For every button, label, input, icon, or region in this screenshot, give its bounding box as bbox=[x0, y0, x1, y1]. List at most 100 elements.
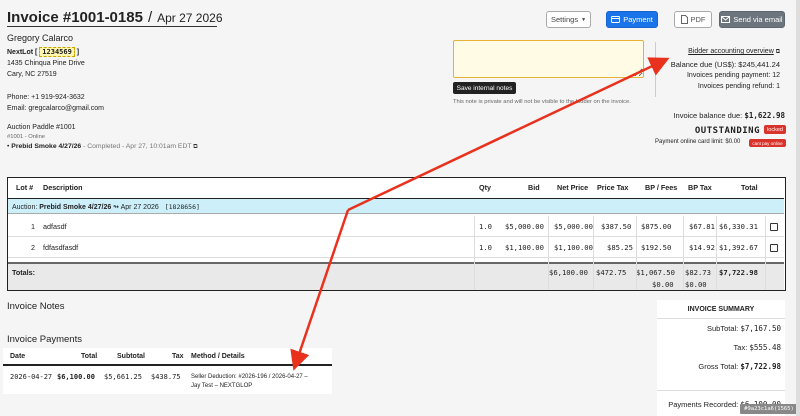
column-divider bbox=[474, 216, 475, 290]
payment-button[interactable]: Payment bbox=[606, 11, 658, 28]
invoice-notes-title: Invoice Notes bbox=[7, 301, 65, 312]
settings-button[interactable]: Settings ▼ bbox=[546, 11, 591, 28]
totals-net: $6,100.00 bbox=[549, 268, 588, 277]
accounting-link-row[interactable]: Bidder accounting overview ⧉ bbox=[688, 48, 780, 56]
summary-tax-label: Tax: bbox=[733, 343, 748, 352]
auction-status: - Completed - Apr 27, 10:01am EDT bbox=[83, 143, 192, 150]
auction-group-row: Auction: Prebid Smoke 4/27/26 ↬ Apr 27 2… bbox=[8, 198, 784, 214]
customer-company: NextLot [ 1234569 ] bbox=[7, 47, 80, 57]
status-outstanding: OUTSTANDING bbox=[694, 126, 760, 136]
cell-net: $1,100.00 bbox=[554, 243, 593, 252]
locked-badge: locked bbox=[764, 125, 786, 134]
column-divider bbox=[765, 216, 766, 290]
pay-col-method: Method / Details bbox=[191, 353, 245, 360]
pdf-button[interactable]: PDF bbox=[674, 11, 712, 28]
edit-icon[interactable] bbox=[770, 244, 778, 252]
summary-subtotal-label: SubTotal: bbox=[706, 324, 739, 333]
auction-row-label: Auction: bbox=[12, 204, 38, 211]
invoice-items-table: Lot # Description Qty Bid Net Price Pric… bbox=[7, 177, 786, 291]
col-price-tax: Price Tax bbox=[597, 183, 629, 192]
address-line-2: Cary, NC 27519 bbox=[7, 71, 57, 78]
pay-method-line-1: Seller Deduction: #2026-196 / 2026-04-27… bbox=[191, 374, 308, 380]
totals-total: $7,722.98 bbox=[719, 268, 758, 277]
auction-row-code: [1828656] bbox=[164, 203, 200, 211]
cell-bid: $1,100.00 bbox=[505, 243, 544, 252]
page-title: Invoice #1001-0185/ Apr 27 2026 bbox=[7, 9, 223, 26]
pay-col-date: Date bbox=[10, 353, 26, 360]
summary-gross-value: $7,722.98 bbox=[740, 362, 781, 371]
balance-due-text: Balance due (US$): $245,441.24 bbox=[670, 60, 780, 69]
pay-tax: $438.75 bbox=[151, 373, 181, 381]
table-row: 2 fdfasdfasdf 1.0 $1,100.00 $1,100.00 $8… bbox=[8, 237, 784, 258]
totals-bp-2: $0.00 bbox=[652, 280, 674, 289]
col-lot: Lot # bbox=[16, 183, 34, 192]
cell-net: $5,000.00 bbox=[554, 222, 593, 231]
summary-subtotal-value: $7,167.50 bbox=[740, 324, 781, 333]
summary-gross-label: Gross Total: bbox=[698, 362, 739, 371]
column-divider bbox=[636, 216, 637, 290]
totals-bp: $1,067.50 bbox=[636, 268, 675, 277]
pay-method-line-2: Jay Test – NEXTGLOP bbox=[191, 383, 253, 389]
cell-bp: $875.00 bbox=[641, 222, 672, 231]
send-email-label: Send via email bbox=[733, 15, 783, 24]
title-separator: / bbox=[147, 9, 153, 26]
invoice-balance: Invoice balance due: $1,622.98 bbox=[673, 111, 785, 120]
cell-bp-tax: $14.92 bbox=[689, 243, 715, 252]
address-line-1: 1435 Chinqua Pine Drive bbox=[7, 60, 85, 67]
auction-paddle-sub: #1001 - Online bbox=[7, 134, 46, 140]
pay-total: $6,100.00 bbox=[57, 373, 95, 381]
auction-link[interactable]: Prebid Smoke 4/27/26 bbox=[11, 143, 81, 150]
build-tag: #9a23c1a6(1565) bbox=[740, 404, 798, 414]
invoice-date: Apr 27 2026 bbox=[157, 11, 223, 25]
send-email-button[interactable]: Send via email bbox=[719, 11, 785, 28]
external-link-icon[interactable]: ⧉ bbox=[193, 144, 197, 150]
credit-card-icon bbox=[611, 16, 621, 23]
cant-pay-online-badge: cant pay online bbox=[749, 139, 786, 147]
totals-price-tax: $472.75 bbox=[596, 268, 627, 277]
summary-gross: Gross Total: $7,722.98 bbox=[698, 362, 781, 371]
auction-row-name[interactable]: Prebid Smoke 4/27/26 bbox=[39, 204, 111, 211]
cell-bp-tax: $67.81 bbox=[689, 222, 715, 231]
customer-code: 1234569 bbox=[39, 47, 75, 57]
auction-row-date: ↬ Apr 27 2026 bbox=[111, 204, 159, 211]
totals-label: Totals: bbox=[12, 268, 36, 277]
invoice-payments-title: Invoice Payments bbox=[7, 334, 82, 345]
cell-price-tax: $387.50 bbox=[601, 222, 632, 231]
save-internal-notes-button[interactable]: Save internal notes bbox=[453, 82, 516, 94]
caret-down-icon: ▼ bbox=[581, 16, 587, 23]
pending-refund: Invoices pending refund: 1 bbox=[697, 83, 780, 90]
accounting-link[interactable]: Bidder accounting overview bbox=[688, 48, 774, 55]
totals-bp-tax-2: $0.00 bbox=[685, 280, 707, 289]
envelope-icon bbox=[721, 16, 731, 23]
summary-title: INVOICE SUMMARY bbox=[687, 306, 755, 313]
column-divider bbox=[683, 216, 684, 290]
pay-date: 2026-04-27 bbox=[10, 373, 53, 381]
cell-total: $1,392.67 bbox=[719, 243, 758, 252]
pay-col-subtotal: Subtotal bbox=[117, 353, 145, 360]
company-name: NextLot bbox=[7, 49, 34, 56]
cell-lot: 1 bbox=[31, 222, 35, 231]
summary-divider bbox=[657, 390, 785, 391]
summary-tax-value: $555.48 bbox=[749, 343, 781, 352]
cell-bp: $192.50 bbox=[641, 243, 672, 252]
pay-subtotal: $5,661.25 bbox=[104, 373, 142, 381]
customer-phone: Phone: +1 919-924-3632 bbox=[7, 94, 85, 101]
col-bp-tax: BP Tax bbox=[688, 183, 712, 192]
notes-info-text: This note is private and will not be vis… bbox=[453, 99, 631, 105]
invoice-summary: INVOICE SUMMARY SubTotal: $7,167.50 Tax:… bbox=[657, 300, 785, 416]
card-limit-text: Payment online card limit: $0.00 bbox=[655, 139, 741, 145]
pay-col-total: Total bbox=[81, 353, 98, 360]
external-link-icon: ⧉ bbox=[775, 49, 780, 55]
cell-price-tax: $85.25 bbox=[607, 243, 633, 252]
summary-subtotal: SubTotal: $7,167.50 bbox=[707, 324, 781, 333]
cell-total: $6,330.31 bbox=[719, 222, 758, 231]
totals-row: Totals: $6,100.00 $472.75 $1,067.50 $0.0… bbox=[8, 262, 784, 290]
title-underline bbox=[7, 26, 217, 27]
settings-label: Settings bbox=[550, 15, 579, 24]
customer-email: Email: gregcalarco@gmail.com bbox=[7, 105, 104, 112]
cell-description: adfasdf bbox=[43, 222, 67, 231]
edit-icon[interactable] bbox=[770, 223, 778, 231]
scrollbar[interactable] bbox=[796, 0, 800, 416]
internal-notes-input[interactable] bbox=[453, 40, 644, 78]
totals-bp-tax: $82.73 bbox=[685, 268, 711, 277]
